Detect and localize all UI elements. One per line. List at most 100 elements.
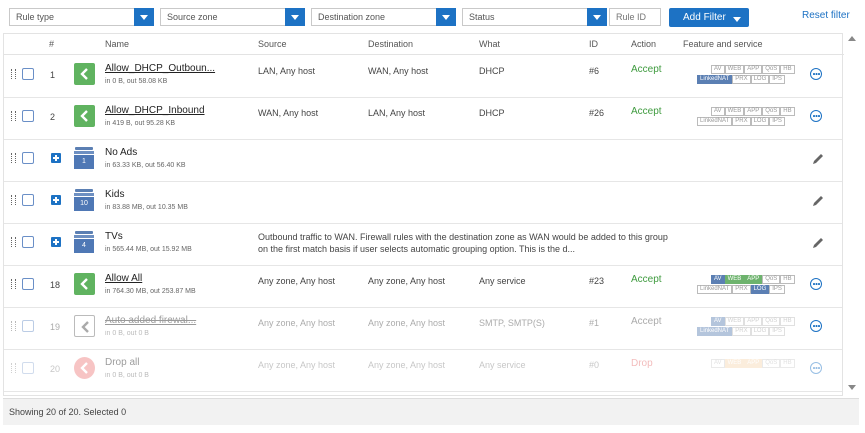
col-what[interactable]: What [479, 39, 500, 49]
badge-log: LOG [750, 285, 770, 294]
badge-hb: HB [780, 317, 795, 326]
row-checkbox[interactable] [22, 278, 34, 290]
traffic-stats: in 63.33 KB, out 56.40 KB [105, 162, 186, 169]
more-options-icon[interactable] [810, 68, 822, 80]
badge-prx: PRX [732, 117, 751, 126]
badge-ips: IPS [769, 75, 785, 84]
drag-handle-icon[interactable] [11, 111, 16, 121]
status-select[interactable]: Status [462, 8, 607, 26]
destination-cell: Any zone, Any host [368, 318, 446, 328]
row-checkbox[interactable] [22, 362, 34, 374]
scroll-up-icon[interactable] [848, 36, 856, 41]
table-row[interactable]: 2 Allow_DHCP_Inbound in 419 B, out 95.28… [4, 97, 842, 140]
badge-log: LOG [750, 327, 770, 336]
feature-badges: AV WEB APP QoS HB [697, 359, 801, 369]
badge-av: AV [711, 65, 725, 74]
rule-name-link[interactable]: Auto added firewal... [105, 315, 196, 326]
badge-hb: HB [780, 359, 795, 368]
vertical-scrollbar[interactable] [845, 33, 859, 396]
group-name: Kids [105, 189, 125, 200]
row-checkbox[interactable] [22, 194, 34, 206]
add-filter-button[interactable]: Add Filter [669, 8, 749, 27]
share-icon [74, 315, 95, 337]
drag-handle-icon[interactable] [11, 195, 16, 205]
source-cell: LAN, Any host [258, 66, 316, 76]
badge-prx: PRX [732, 75, 751, 84]
table-row[interactable]: 10 Kids in 83.88 MB, out 10.35 MB [4, 181, 842, 224]
drag-handle-icon[interactable] [11, 153, 16, 163]
table-row[interactable]: 18 Allow All in 764.30 MB, out 253.87 MB… [4, 265, 842, 308]
row-checkbox[interactable] [22, 110, 34, 122]
rule-id-input[interactable] [609, 8, 661, 26]
row-checkbox[interactable] [22, 236, 34, 248]
source-zone-select[interactable]: Source zone [160, 8, 305, 26]
table-row[interactable]: 19 Auto added firewal... in 0 B, out 0 B… [4, 307, 842, 350]
col-action[interactable]: Action [631, 39, 656, 49]
more-options-icon[interactable] [810, 110, 822, 122]
expand-plus-icon[interactable] [51, 195, 61, 205]
table-row[interactable]: 4 TVs in 565.44 MB, out 15.92 MB Outboun… [4, 223, 842, 266]
share-icon [74, 105, 95, 127]
destination-zone-select[interactable]: Destination zone [311, 8, 456, 26]
pencil-icon[interactable] [811, 194, 825, 208]
col-id[interactable]: ID [589, 39, 598, 49]
expand-plus-icon[interactable] [51, 153, 61, 163]
expand-plus-icon[interactable] [51, 237, 61, 247]
table-row[interactable]: 1 Allow_DHCP_Outboun... in 0 B, out 58.0… [4, 55, 842, 98]
drag-handle-icon[interactable] [11, 321, 16, 331]
rule-name[interactable]: Drop all [105, 357, 139, 368]
status-label: Status [469, 12, 495, 22]
chevron-down-icon[interactable] [134, 8, 154, 26]
drag-handle-icon[interactable] [11, 279, 16, 289]
action-cell: Accept [631, 106, 662, 117]
table-row[interactable]: 1 No Ads in 63.33 KB, out 56.40 KB [4, 139, 842, 182]
col-destination[interactable]: Destination [368, 39, 413, 49]
rule-name-link[interactable]: Allow All [105, 273, 142, 284]
table-row[interactable]: 20 Drop all in 0 B, out 0 B Any zone, An… [4, 349, 842, 392]
traffic-stats: in 0 B, out 0 B [105, 372, 149, 379]
source-cell: Any zone, Any host [258, 360, 336, 370]
badge-prx: PRX [732, 285, 751, 294]
destination-zone-label: Destination zone [318, 12, 386, 22]
more-options-icon[interactable] [810, 278, 822, 290]
feature-badges: AV WEB APP QoS HB LinkedNAT PRX LOG IPS [697, 107, 801, 127]
rule-name-link[interactable]: Allow_DHCP_Inbound [105, 105, 205, 116]
row-checkbox[interactable] [22, 68, 34, 80]
group-description: Outbound traffic to WAN. Firewall rules … [258, 232, 668, 254]
group-icon: 4 [74, 231, 94, 253]
more-options-icon[interactable] [810, 362, 822, 374]
chevron-down-icon[interactable] [285, 8, 305, 26]
rule-type-select[interactable]: Rule type [9, 8, 154, 26]
badge-qos: QoS [762, 65, 781, 74]
table-footer: Showing 20 of 20. Selected 0 [3, 398, 859, 425]
traffic-stats: in 764.30 MB, out 253.87 MB [105, 288, 196, 295]
source-zone-label: Source zone [167, 12, 218, 22]
feature-badges: AV WEB APP QoS HB LinkedNAT PRX LOG IPS [697, 275, 801, 295]
chevron-down-icon[interactable] [587, 8, 607, 26]
col-source[interactable]: Source [258, 39, 287, 49]
drag-handle-icon[interactable] [11, 363, 16, 373]
chevron-down-icon[interactable] [436, 8, 456, 26]
traffic-stats: in 565.44 MB, out 15.92 MB [105, 246, 192, 253]
more-options-icon[interactable] [810, 320, 822, 332]
drag-handle-icon[interactable] [11, 237, 16, 247]
row-checkbox[interactable] [22, 152, 34, 164]
service-cell: Any service [479, 360, 526, 370]
rule-number: 20 [50, 364, 61, 374]
rule-name-link[interactable]: Allow_DHCP_Outboun... [105, 63, 215, 74]
badge-qos: QoS [762, 107, 781, 116]
badge-qos: QoS [762, 317, 781, 326]
pencil-icon[interactable] [811, 236, 825, 250]
scroll-down-icon[interactable] [848, 385, 856, 390]
service-cell: DHCP [479, 108, 505, 118]
col-name[interactable]: Name [105, 39, 129, 49]
row-checkbox[interactable] [22, 320, 34, 332]
drag-handle-icon[interactable] [11, 69, 16, 79]
pencil-icon[interactable] [811, 152, 825, 166]
rule-number: 19 [50, 322, 61, 332]
reset-filter-link[interactable]: Reset filter [802, 10, 850, 21]
rule-type-label: Rule type [16, 12, 55, 22]
source-cell: Any zone, Any host [258, 276, 336, 286]
rule-number: 1 [50, 70, 56, 80]
destination-cell: WAN, Any host [368, 66, 429, 76]
